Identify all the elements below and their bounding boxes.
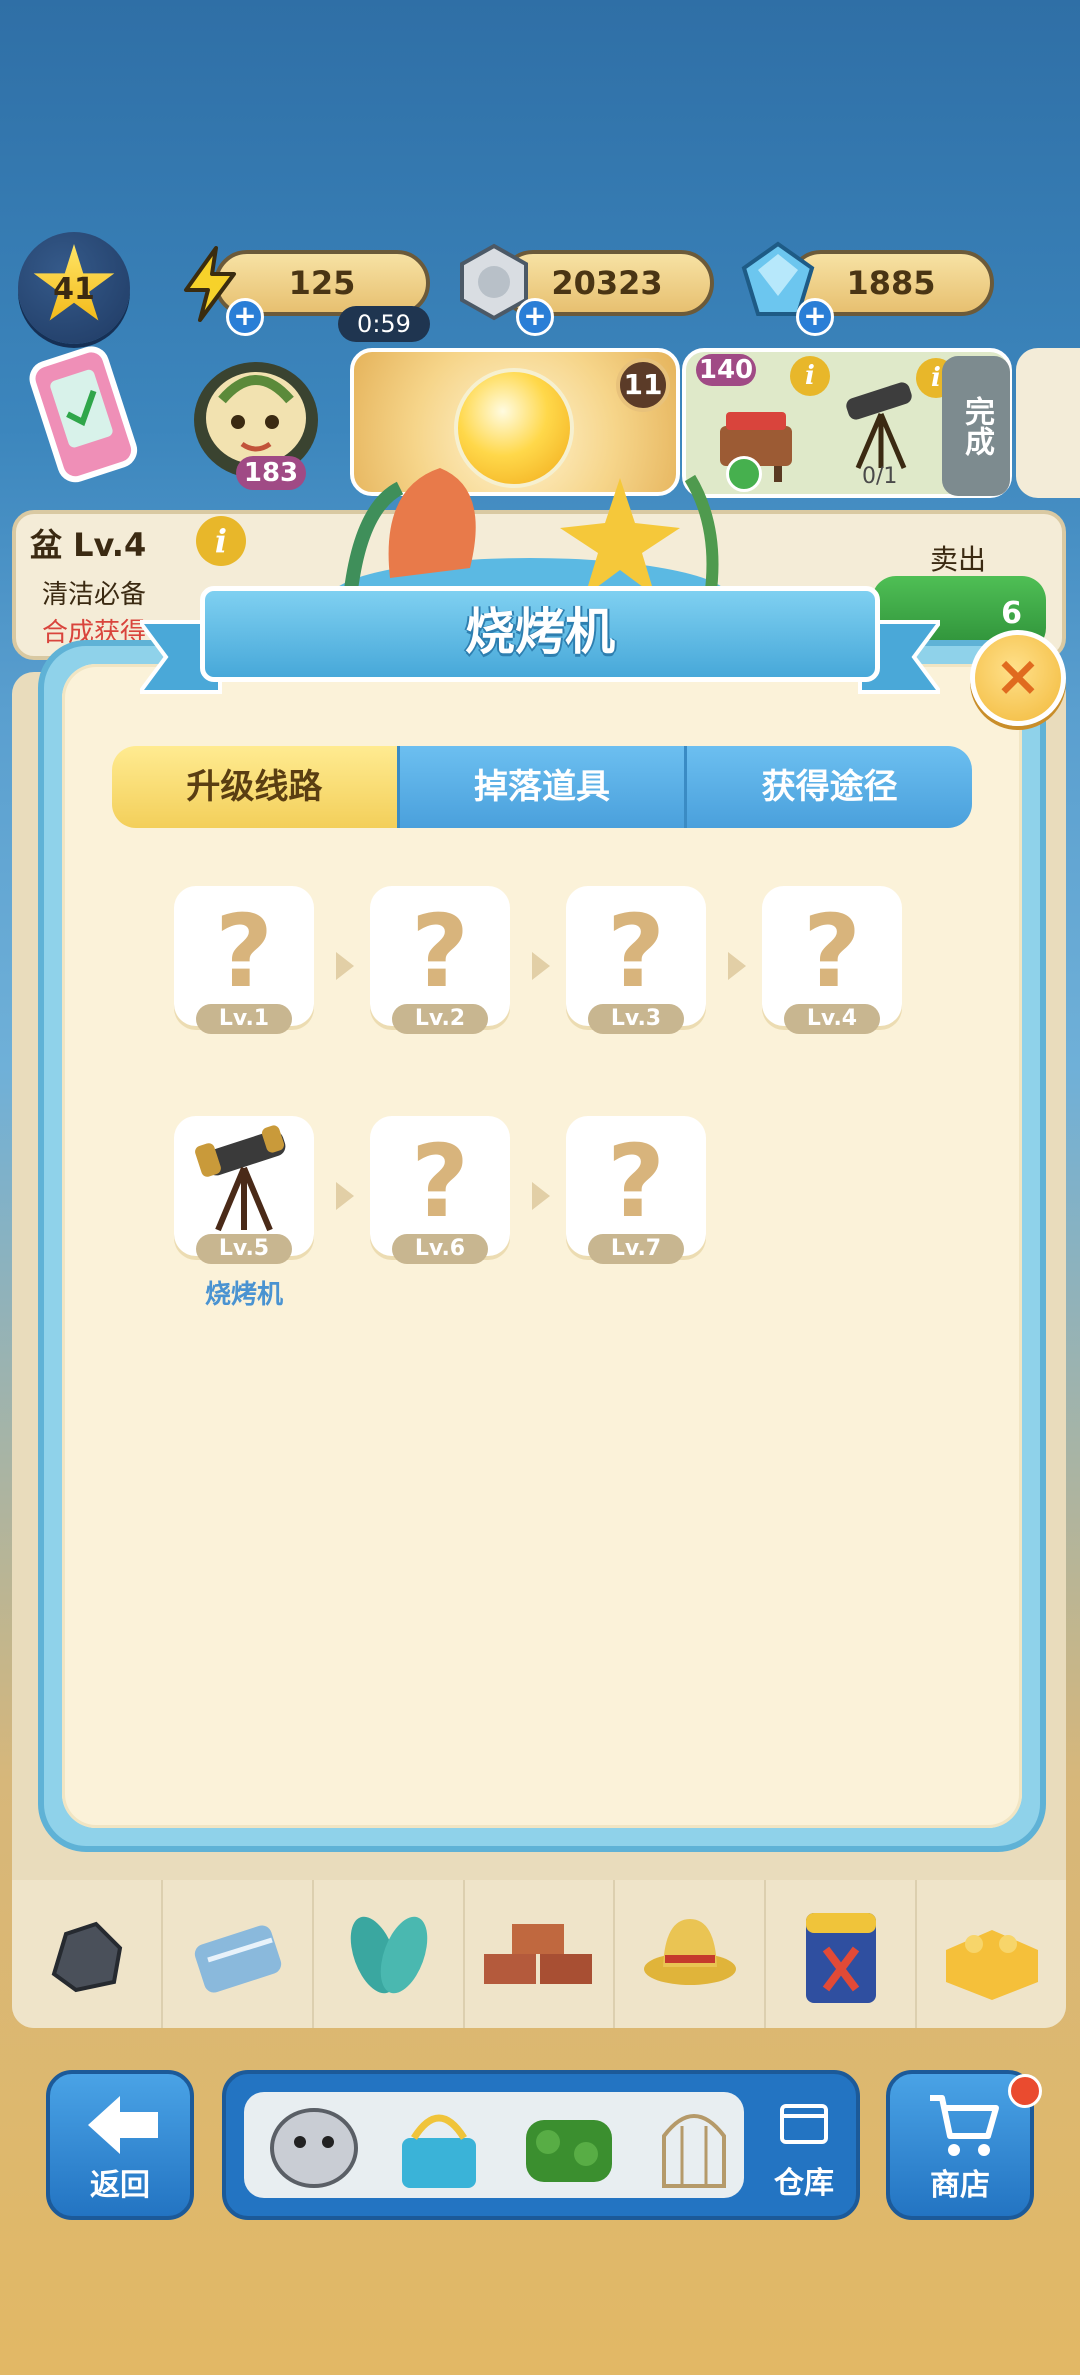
board-cell[interactable] — [163, 1880, 314, 2028]
level-card-1[interactable]: ? Lv.1 — [174, 886, 314, 1034]
back-arrow-icon — [88, 2096, 158, 2154]
level-card-6[interactable]: ? Lv.6 — [370, 1116, 510, 1264]
checkmark-icon — [48, 368, 115, 450]
sun-hat-icon — [643, 1919, 736, 1985]
back-label: 返回 — [90, 2168, 150, 2203]
level-card-5[interactable]: Lv.5 — [174, 1116, 314, 1264]
energy-timer: 0:59 — [338, 306, 430, 342]
telescope-icon — [846, 382, 912, 469]
shop-label: 商店 — [930, 2168, 990, 2203]
sell-value: 6 — [1001, 596, 1022, 631]
tab-upgrade-path[interactable]: 升级线路 — [112, 746, 400, 828]
board-item-row — [12, 1880, 1066, 2028]
task-badge: 140 — [696, 354, 756, 386]
next-task-card[interactable] — [1016, 348, 1080, 498]
level-tag: Lv.4 — [784, 1004, 880, 1034]
level-tag: Lv.7 — [588, 1234, 684, 1264]
modal-title: 烧烤机 — [465, 603, 615, 661]
board-cell[interactable] — [465, 1880, 616, 2028]
hedge-bush-icon[interactable] — [514, 2102, 624, 2192]
gem-value: 1885 — [846, 264, 936, 302]
phone-icon — [24, 341, 142, 487]
storage-button[interactable]: 仓库 — [756, 2084, 852, 2214]
towel-icon — [195, 1925, 282, 1993]
box-icon — [780, 2104, 828, 2144]
level-tag: Lv.3 — [588, 1004, 684, 1034]
order-character[interactable]: 183 — [172, 340, 340, 490]
level-card-7[interactable]: ? Lv.7 — [566, 1116, 706, 1264]
level-card-2[interactable]: ? Lv.2 — [370, 886, 510, 1034]
add-energy-button[interactable]: + — [226, 298, 264, 336]
board-cell[interactable] — [314, 1880, 465, 2028]
player-level-badge[interactable]: 41 — [18, 232, 130, 344]
board-cell[interactable] — [12, 1880, 163, 2028]
birdcage-icon[interactable] — [654, 2096, 734, 2196]
complete-task-button[interactable]: 完成 — [942, 356, 1010, 496]
seashell-decoration-icon — [330, 468, 730, 598]
modal-tabs: 升级线路 掉落道具 获得途径 — [112, 746, 973, 832]
bricks-icon — [484, 1924, 592, 1984]
task-progress: 0/1 — [862, 464, 898, 489]
item-description: 清洁必备 — [42, 580, 147, 610]
level-card-4[interactable]: ? Lv.4 — [762, 886, 902, 1034]
level-tag: Lv.2 — [392, 1004, 488, 1034]
arrow-right-icon — [728, 952, 746, 980]
level-item-name: 烧烤机 — [204, 1280, 283, 1310]
close-button[interactable]: × — [970, 630, 1066, 726]
arrow-right-icon — [532, 1182, 550, 1210]
level-tag: Lv.5 — [196, 1234, 292, 1264]
toy-brick-icon — [945, 1930, 1038, 2000]
board-cell[interactable] — [766, 1880, 918, 2028]
telescope-icon — [195, 1125, 286, 1232]
energy-value: 125 — [288, 264, 356, 302]
storage-label: 仓库 — [774, 2166, 834, 2201]
phone-button[interactable] — [0, 334, 168, 505]
gacha-count: 11 — [616, 358, 670, 412]
back-button[interactable]: 返回 — [46, 2070, 194, 2220]
player-level: 41 — [53, 272, 95, 307]
level-card-3[interactable]: ? Lv.3 — [566, 886, 706, 1034]
mop-bucket-icon[interactable] — [384, 2098, 494, 2194]
inventory-slots — [244, 2092, 744, 2198]
shopping-cart-icon — [930, 2095, 999, 2156]
add-coins-button[interactable]: + — [516, 298, 554, 336]
arrow-right-icon — [336, 952, 354, 980]
board-cell[interactable] — [615, 1880, 767, 2028]
item-info-icon[interactable]: i — [196, 516, 246, 566]
board-cell[interactable] — [917, 1880, 1066, 2028]
add-gems-button[interactable]: + — [796, 298, 834, 336]
paint-can-icon — [805, 1913, 876, 2003]
item-title: 盆 Lv.4 — [30, 526, 147, 564]
task-info-icon[interactable]: i — [790, 356, 830, 396]
arrow-right-icon — [336, 1182, 354, 1210]
level-tag: Lv.6 — [392, 1234, 488, 1264]
tab-obtain-methods[interactable]: 获得途径 — [687, 746, 973, 828]
tab-drop-items[interactable]: 掉落道具 — [399, 746, 688, 828]
coin-value: 20323 — [551, 264, 663, 302]
arrow-right-icon — [532, 952, 550, 980]
modal-title-ribbon: 烧烤机 — [140, 578, 940, 698]
level-tag: Lv.1 — [196, 1004, 292, 1034]
order-count: 183 — [236, 456, 306, 490]
sell-label: 卖出 — [930, 543, 987, 576]
leaf-wings-icon — [350, 1916, 428, 1994]
inventory-dock: 仓库 — [222, 2070, 860, 2220]
shop-notification-dot — [1008, 2074, 1042, 2108]
pufferfish-icon[interactable] — [264, 2098, 364, 2194]
rock-icon — [52, 1921, 123, 1993]
